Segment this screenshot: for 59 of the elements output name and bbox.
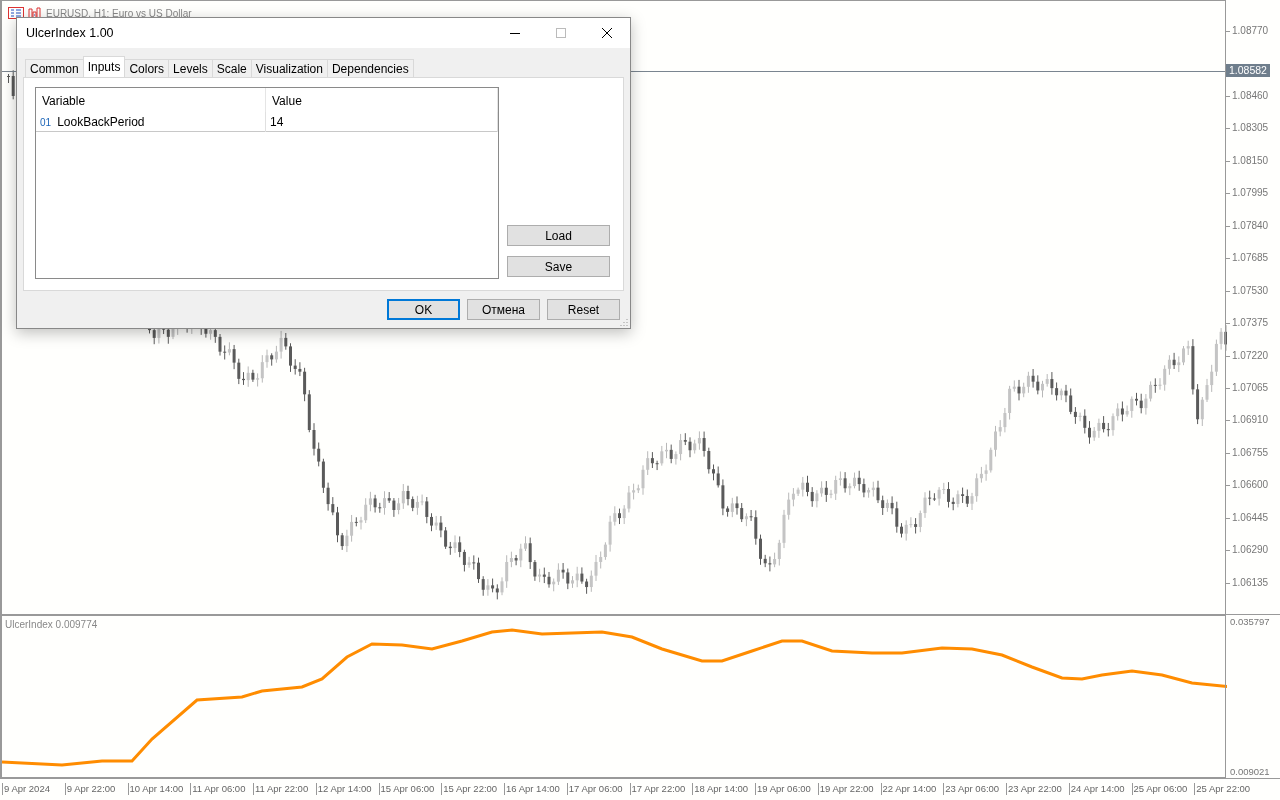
time-label: 25 Apr 22:00 <box>1194 783 1251 795</box>
time-label: 23 Apr 22:00 <box>1006 783 1062 795</box>
list-icon[interactable] <box>8 7 24 19</box>
time-label: 17 Apr 06:00 <box>566 783 623 795</box>
price-label: 1.06910 <box>1226 414 1269 426</box>
time-label: 15 Apr 22:00 <box>441 783 498 795</box>
time-label: 19 Apr 06:00 <box>755 783 811 795</box>
time-label: 23 Apr 06:00 <box>943 783 1000 795</box>
price-label: 1.06755 <box>1226 446 1269 458</box>
scale-label: 0.035797 <box>1230 616 1270 627</box>
price-label: 1.07530 <box>1226 284 1269 296</box>
price-label: 1.06445 <box>1226 511 1269 523</box>
variable-name: LookBackPeriod <box>57 115 145 129</box>
price-label: 1.07375 <box>1226 317 1269 329</box>
time-label: 10 Apr 14:00 <box>127 783 184 795</box>
time-label: 15 Apr 06:00 <box>378 783 435 795</box>
dialog-button[interactable]: Отмена <box>467 299 540 320</box>
time-label: 9 Apr 2024 <box>2 783 50 795</box>
price-label: 1.07065 <box>1226 381 1269 393</box>
time-label: 16 Apr 14:00 <box>504 783 560 795</box>
window-title: UlcerIndex 1.00 <box>25 26 114 40</box>
tab[interactable]: Dependencies <box>326 59 414 77</box>
price-label: 1.08460 <box>1226 89 1269 101</box>
time-label: 24 Apr 14:00 <box>1068 783 1125 795</box>
time-label: 11 Apr 22:00 <box>253 783 309 795</box>
table-cell[interactable]: 14 <box>266 112 498 132</box>
time-label: 18 Apr 14:00 <box>692 783 749 795</box>
price-label: 1.07840 <box>1226 219 1269 231</box>
price-label: 1.06600 <box>1226 479 1269 491</box>
bar-chart-icon[interactable] <box>28 7 42 19</box>
dialog-button[interactable]: OK <box>387 299 460 320</box>
time-label: 9 Apr 22:00 <box>64 783 116 795</box>
current-price-badge: 1.08582 <box>1226 64 1270 77</box>
time-label: 19 Apr 22:00 <box>817 783 874 795</box>
price-label: 1.07220 <box>1226 349 1269 361</box>
type-marker: 01 <box>40 116 52 128</box>
column-header[interactable]: Value <box>266 88 498 112</box>
indicator-label: UlcerIndex 0.009774 <box>5 619 98 630</box>
tab[interactable]: Inputs <box>82 56 126 77</box>
time-label: 12 Apr 14:00 <box>315 783 372 795</box>
scale-label: 0.009021 <box>1230 766 1270 777</box>
time-label: 17 Apr 22:00 <box>629 783 686 795</box>
price-label: 1.06135 <box>1226 576 1269 588</box>
price-label: 1.07995 <box>1226 187 1269 199</box>
price-label: 1.08770 <box>1226 25 1269 36</box>
dialog-button[interactable]: Reset <box>547 299 620 320</box>
time-label: 22 Apr 14:00 <box>880 783 937 795</box>
price-label: 1.06290 <box>1226 544 1269 556</box>
price-label: 1.07685 <box>1226 252 1269 264</box>
side-button[interactable]: Load <box>507 225 610 246</box>
column-header[interactable]: Variable <box>36 88 266 112</box>
chart-title: EURUSD, H1: Euro vs US Dollar <box>46 7 192 19</box>
side-button[interactable]: Save <box>507 256 610 277</box>
price-label: 1.08150 <box>1226 154 1269 166</box>
tab[interactable]: Common <box>25 59 84 77</box>
time-label: 25 Apr 06:00 <box>1131 783 1188 795</box>
resize-grip-icon[interactable] <box>620 318 628 326</box>
price-label: 1.08305 <box>1226 122 1269 134</box>
time-label: 11 Apr 06:00 <box>190 783 246 795</box>
